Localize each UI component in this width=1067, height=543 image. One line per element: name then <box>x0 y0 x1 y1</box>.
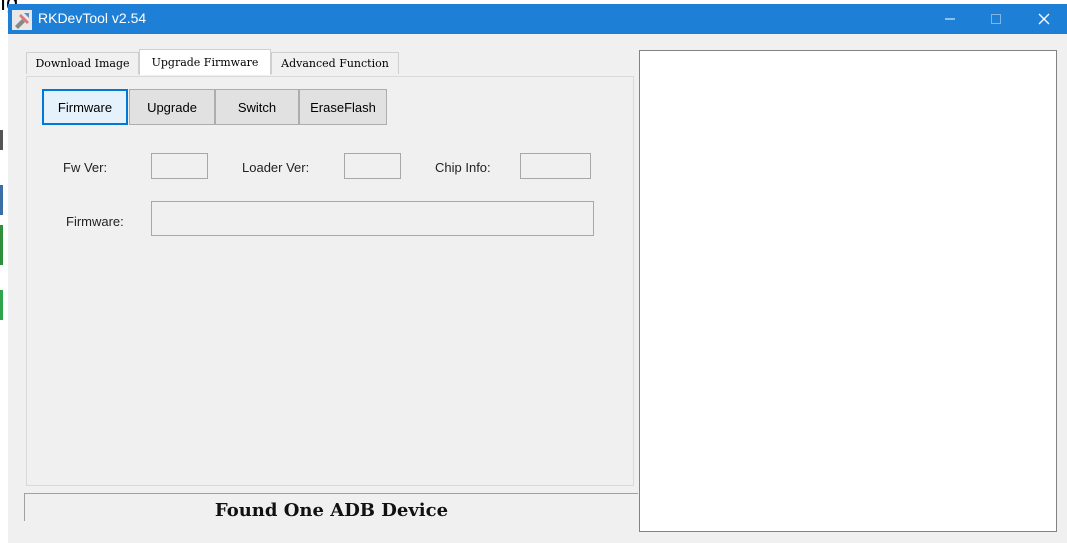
tab-upgrade-firmware[interactable]: Upgrade Firmware <box>139 49 271 75</box>
loader-ver-label: Loader Ver: <box>242 160 310 175</box>
app-icon <box>12 10 32 30</box>
status-message: Found One ADB Device <box>214 500 449 521</box>
fw-ver-field[interactable] <box>151 153 208 179</box>
tab-label: Download Image <box>35 57 130 70</box>
window-title: RKDevTool v2.54 <box>38 10 147 26</box>
desktop-edge-strip <box>0 130 3 150</box>
chip-info-field[interactable] <box>520 153 591 179</box>
desktop-edge-strip <box>0 225 3 265</box>
log-output-area[interactable] <box>639 50 1057 532</box>
maximize-icon <box>991 14 1001 24</box>
loader-ver-field[interactable] <box>344 153 401 179</box>
tab-label: Upgrade Firmware <box>151 56 259 69</box>
maximize-button[interactable] <box>973 4 1019 34</box>
tab-download-image[interactable]: Download Image <box>26 52 139 74</box>
switch-button[interactable]: Switch <box>215 89 299 125</box>
minimize-icon <box>945 18 955 20</box>
chip-info-label: Chip Info: <box>435 160 491 175</box>
tab-advanced-function[interactable]: Advanced Function <box>271 52 399 74</box>
minimize-button[interactable] <box>927 4 973 34</box>
firmware-path-label: Firmware: <box>66 214 124 229</box>
close-button[interactable] <box>1021 4 1067 34</box>
app-window: RKDevTool v2.54 Download Image Upgrade F… <box>8 4 1067 543</box>
status-bar: Found One ADB Device <box>24 493 638 521</box>
firmware-path-field[interactable] <box>151 201 594 236</box>
close-icon <box>1038 13 1050 25</box>
erase-flash-button[interactable]: EraseFlash <box>299 89 387 125</box>
upgrade-button[interactable]: Upgrade <box>129 89 215 125</box>
upgrade-firmware-panel: Firmware Upgrade Switch EraseFlash Fw Ve… <box>26 76 634 486</box>
firmware-button[interactable]: Firmware <box>42 89 128 125</box>
title-bar[interactable]: RKDevTool v2.54 <box>8 4 1067 34</box>
desktop-edge-strip <box>0 290 3 320</box>
fw-ver-label: Fw Ver: <box>63 160 108 175</box>
desktop-edge-strip <box>0 185 3 215</box>
client-area: Download Image Upgrade Firmware Advanced… <box>8 34 1067 543</box>
tab-label: Advanced Function <box>281 57 389 70</box>
